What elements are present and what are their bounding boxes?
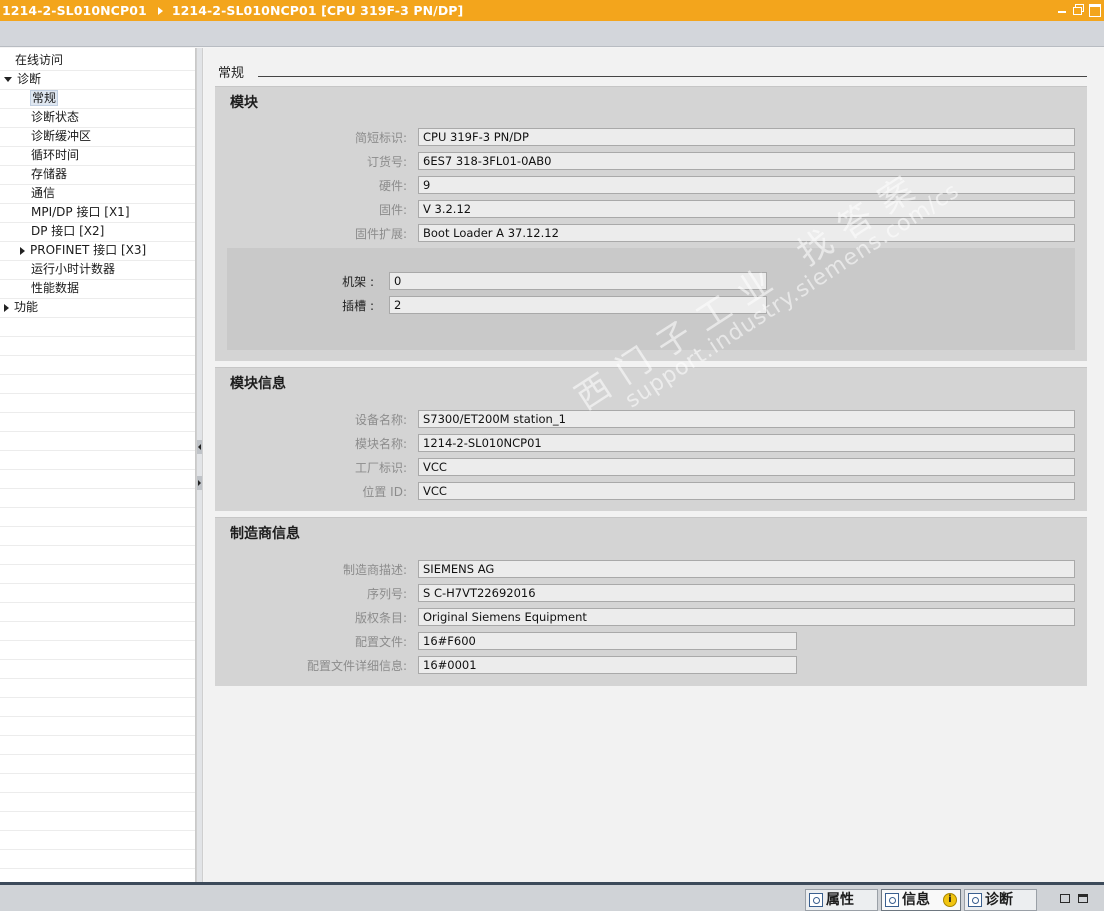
copyright-label: 版权条目: bbox=[354, 611, 407, 625]
rack-slot-panel: 机架 : 0 插槽 : 2 bbox=[227, 248, 1075, 350]
tree-item-label: 循环时间 bbox=[31, 148, 80, 162]
tree-item-label: 在线访问 bbox=[15, 53, 64, 67]
tree-item-diagnostic-buffer[interactable]: 诊断缓冲区 bbox=[31, 127, 91, 146]
maximize-panel-icon[interactable] bbox=[1078, 894, 1088, 903]
firmware-field[interactable]: V 3.2.12 bbox=[418, 200, 1075, 218]
profile-label: 配置文件: bbox=[354, 635, 407, 649]
tree-item-online-access[interactable]: 在线访问 bbox=[15, 51, 63, 70]
firmware-extension-field[interactable]: Boot Loader A 37.12.12 bbox=[418, 224, 1075, 242]
short-id-field[interactable]: CPU 319F-3 PN/DP bbox=[418, 128, 1075, 146]
location-id-label: 位置 ID: bbox=[362, 485, 407, 499]
info-icon bbox=[885, 893, 899, 907]
tree-item-label: 诊断状态 bbox=[31, 110, 80, 124]
plant-id-label: 工厂标识: bbox=[354, 461, 407, 475]
tree-item-dp-interface[interactable]: DP 接口 [X2] bbox=[31, 222, 104, 241]
section-title: 常规 bbox=[218, 66, 245, 81]
breadcrumb-device[interactable]: 1214-2-SL010NCP01 [CPU 319F-3 PN/DP] bbox=[172, 3, 464, 18]
maximize-icon[interactable] bbox=[1088, 2, 1101, 17]
info-badge-icon: i bbox=[943, 893, 957, 907]
manufacturer-description-field[interactable]: SIEMENS AG bbox=[418, 560, 1075, 578]
toolbar bbox=[0, 21, 1104, 47]
panel-splitter[interactable] bbox=[196, 48, 203, 882]
group-title-manufacturer-info: 制造商信息 bbox=[230, 526, 300, 542]
serial-number-field[interactable]: S C-H7VT22692016 bbox=[418, 584, 1075, 602]
tree-item-label: 存储器 bbox=[31, 167, 68, 181]
navigation-tree: 在线访问 诊断 常规 诊断状态 诊断缓冲区 循环时间 存储器 通信 MPI/DP… bbox=[0, 48, 196, 882]
window-controls bbox=[1056, 2, 1101, 17]
copyright-field[interactable]: Original Siemens Equipment bbox=[418, 608, 1075, 626]
tree-item-general[interactable]: 常规 bbox=[29, 89, 59, 108]
tree-item-label: DP 接口 [X2] bbox=[31, 224, 105, 238]
slot-field[interactable]: 2 bbox=[389, 296, 767, 314]
slot-label: 插槽 : bbox=[342, 299, 374, 313]
tree-item-diagnostics[interactable]: 诊断 bbox=[4, 70, 41, 89]
tree-item-label: 通信 bbox=[31, 186, 56, 200]
module-group: 模块 简短标识: CPU 319F-3 PN/DP 订货号: 6ES7 318-… bbox=[215, 86, 1087, 361]
tree-item-diagnostic-status[interactable]: 诊断状态 bbox=[31, 108, 79, 127]
breadcrumb-arrow-icon bbox=[157, 6, 163, 15]
tree-item-profinet-interface[interactable]: PROFINET 接口 [X3] bbox=[20, 241, 146, 260]
profile-detail-label: 配置文件详细信息: bbox=[306, 659, 407, 673]
main-content: 常规 模块 简短标识: CPU 319F-3 PN/DP 订货号: 6ES7 3… bbox=[204, 48, 1104, 882]
properties-icon bbox=[809, 893, 823, 907]
tree-item-label: PROFINET 接口 [X3] bbox=[30, 243, 147, 257]
expand-right-icon[interactable] bbox=[20, 246, 25, 255]
tab-info-label: 信息 bbox=[902, 892, 930, 908]
module-name-field[interactable]: 1214-2-SL010NCP01 bbox=[418, 434, 1075, 452]
order-number-label: 订货号: bbox=[366, 155, 407, 169]
tree-item-cycle-time[interactable]: 循环时间 bbox=[31, 146, 79, 165]
module-name-label: 模块名称: bbox=[354, 437, 407, 451]
tree-item-label: 诊断 bbox=[17, 72, 42, 86]
tree-item-memory[interactable]: 存储器 bbox=[31, 165, 67, 184]
group-title-module-info: 模块信息 bbox=[230, 376, 286, 392]
tab-info[interactable]: 信息 i bbox=[881, 889, 961, 911]
plant-id-field[interactable]: VCC bbox=[418, 458, 1075, 476]
hardware-field[interactable]: 9 bbox=[418, 176, 1075, 194]
minimize-icon[interactable] bbox=[1056, 2, 1068, 16]
tree-item-communication[interactable]: 通信 bbox=[31, 184, 55, 203]
tree-item-label: 性能数据 bbox=[31, 281, 80, 295]
tree-item-label: 运行小时计数器 bbox=[31, 262, 116, 276]
tab-diagnostics[interactable]: 诊断 bbox=[964, 889, 1037, 911]
profile-field[interactable]: 16#F600 bbox=[418, 632, 797, 650]
tree-item-label: 功能 bbox=[14, 300, 39, 314]
firmware-extension-label: 固件扩展: bbox=[354, 227, 407, 241]
order-number-field[interactable]: 6ES7 318-3FL01-0AB0 bbox=[418, 152, 1075, 170]
device-name-field[interactable]: S7300/ET200M station_1 bbox=[418, 410, 1075, 428]
tree-item-label: 诊断缓冲区 bbox=[31, 129, 92, 143]
tree-item-operating-hours-counter[interactable]: 运行小时计数器 bbox=[31, 260, 115, 279]
device-name-label: 设备名称: bbox=[354, 413, 407, 427]
tree-item-performance-data[interactable]: 性能数据 bbox=[31, 279, 79, 298]
group-title-module: 模块 bbox=[230, 95, 258, 111]
firmware-label: 固件: bbox=[378, 203, 407, 217]
module-info-group: 模块信息 设备名称: S7300/ET200M station_1 模块名称: … bbox=[215, 367, 1087, 511]
rack-field[interactable]: 0 bbox=[389, 272, 767, 290]
rack-label: 机架 : bbox=[342, 275, 374, 289]
expand-right-icon[interactable] bbox=[197, 476, 202, 490]
tree-item-functions[interactable]: 功能 bbox=[4, 298, 38, 317]
inspector-tab-bar: 属性 信息 i 诊断 bbox=[0, 882, 1104, 911]
manufacturer-description-label: 制造商描述: bbox=[342, 563, 407, 577]
collapse-left-icon[interactable] bbox=[197, 440, 202, 454]
breadcrumb-project[interactable]: 1214-2-SL010NCP01 bbox=[2, 3, 147, 18]
expand-down-icon[interactable] bbox=[4, 77, 12, 82]
restore-icon[interactable] bbox=[1072, 2, 1084, 16]
restore-panel-icon[interactable] bbox=[1060, 894, 1070, 903]
tree-item-mpi-dp-interface[interactable]: MPI/DP 接口 [X1] bbox=[31, 203, 130, 222]
tab-properties[interactable]: 属性 bbox=[805, 889, 878, 911]
tab-properties-label: 属性 bbox=[826, 892, 854, 908]
section-divider bbox=[258, 76, 1087, 77]
diagnostics-icon bbox=[968, 893, 982, 907]
location-id-field[interactable]: VCC bbox=[418, 482, 1075, 500]
tree-item-label: MPI/DP 接口 [X1] bbox=[31, 205, 130, 219]
short-id-label: 简短标识: bbox=[354, 131, 407, 145]
tree-item-label: 常规 bbox=[29, 90, 59, 106]
manufacturer-info-group: 制造商信息 制造商描述: SIEMENS AG 序列号: S C-H7VT226… bbox=[215, 517, 1087, 686]
profile-detail-field[interactable]: 16#0001 bbox=[418, 656, 797, 674]
title-bar: 1214-2-SL010NCP01 1214-2-SL010NCP01 [CPU… bbox=[0, 0, 1104, 21]
hardware-label: 硬件: bbox=[378, 179, 407, 193]
tab-diagnostics-label: 诊断 bbox=[985, 892, 1013, 908]
expand-right-icon[interactable] bbox=[4, 303, 9, 312]
serial-number-label: 序列号: bbox=[366, 587, 407, 601]
